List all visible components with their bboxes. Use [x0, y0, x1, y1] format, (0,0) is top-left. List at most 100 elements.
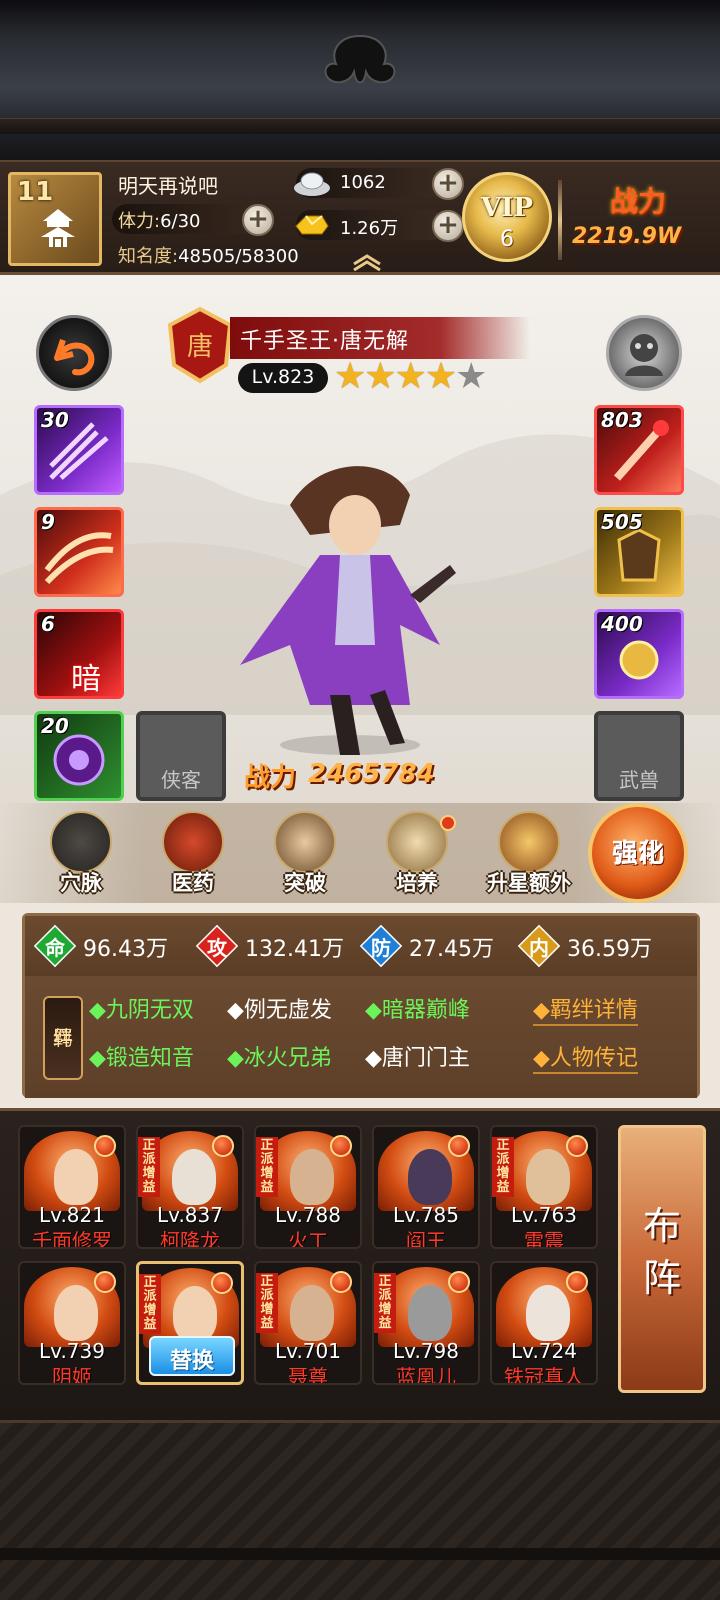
equip-slot-armor[interactable]: 505 [594, 507, 684, 597]
star-upgrade-button[interactable]: 升星额外 [484, 811, 574, 899]
svg-text:唐: 唐 [187, 332, 213, 362]
gold-ingot-icon [295, 215, 329, 235]
team-member-card[interactable]: 正派增益 Lv.798 蓝凰儿 [372, 1261, 480, 1385]
player-level-badge[interactable]: 11 [8, 172, 102, 266]
team-member-card[interactable]: Lv.785 阎王 [372, 1125, 480, 1249]
bond-item: ◆九阴无双 [89, 998, 194, 1023]
breakthrough-button[interactable]: 突破 [260, 811, 350, 899]
member-name: 柯降龙 [160, 1229, 220, 1249]
breakthrough-label: 突破 [284, 871, 326, 895]
team-member-card[interactable]: Lv.739 阴姬 [18, 1261, 126, 1385]
faction-buff-tag: 正派增益 [256, 1137, 278, 1197]
stat-inner-char: 内 [529, 936, 549, 960]
status-dot [330, 1271, 352, 1293]
meridian-label: 穴脉 [60, 871, 102, 895]
hero-level-pill: Lv.823 [238, 363, 328, 393]
status-dot [330, 1135, 352, 1157]
status-dot [566, 1135, 588, 1157]
stats-box: 命 96.43万 攻 132.41万 防 27.45万 内 36.59万 羁绊 [22, 913, 700, 1098]
hero-name-banner: 千手圣王·唐无解 [230, 317, 530, 359]
add-silver-button[interactable]: + [432, 168, 464, 200]
skill-slot-2[interactable]: 9 [34, 507, 124, 597]
star-icon: ★ [424, 356, 457, 397]
formation-button[interactable]: 布阵 [618, 1125, 706, 1393]
avatar [290, 1285, 334, 1341]
bond-badge-bottom: 绊 [53, 1026, 73, 1050]
medicine-button[interactable]: 医药 [148, 811, 238, 899]
equip-slot-accessory[interactable]: 400 [594, 609, 684, 699]
avatar [173, 1286, 217, 1342]
team-member-card[interactable]: 正派增益 Lv.788 火工 [254, 1125, 362, 1249]
back-button[interactable] [36, 315, 112, 391]
equip-slot-weapon[interactable]: 803 [594, 405, 684, 495]
player-name: 明天再说吧 [118, 174, 218, 198]
biography-link[interactable]: ◆人物传记 [533, 1040, 638, 1074]
stat-attack-value: 132.41万 [245, 937, 344, 962]
team-member-card[interactable]: 正派增益 Lv.701 聂尊 [254, 1261, 362, 1385]
auto-enhance-line2: 强化 [611, 839, 664, 869]
gold-amount: 1.26万 [340, 218, 399, 239]
star-icon: ★ [364, 356, 396, 397]
swap-label: 替换 [169, 1349, 214, 1374]
star-upgrade-icon [498, 811, 560, 873]
member-name: 阎王 [406, 1229, 446, 1249]
team-member-card[interactable]: Lv.821 千面修罗 [18, 1125, 126, 1249]
beast-slot-label: 武兽 [619, 768, 659, 792]
equip-slot-count: 400 [601, 612, 643, 636]
hero-level: Lv.823 [251, 366, 315, 388]
training-label: 培养 [396, 871, 438, 895]
beast-slot[interactable]: 武兽 [594, 711, 684, 801]
equip-slot-count: 803 [601, 408, 643, 432]
mask-appearance-button[interactable] [606, 315, 682, 391]
hero-panel: 唐 千手圣王·唐无解 Lv.823 ★★★★★ 30 9 6 暗 20 侠客 8… [0, 275, 720, 903]
add-stamina-button[interactable]: + [242, 204, 274, 236]
member-name: 聂尊 [288, 1365, 328, 1385]
skill-slot-count: 9 [41, 510, 55, 534]
avatar [526, 1285, 570, 1341]
avatar [526, 1149, 570, 1205]
attribute-row: 命 96.43万 攻 132.41万 防 27.45万 内 36.59万 [25, 916, 697, 976]
vip-label: VIP [481, 193, 533, 223]
add-gold-button[interactable]: + [432, 210, 464, 242]
skill-slot-4[interactable]: 20 [34, 711, 124, 801]
bond-item: ◆例无虚发 [227, 998, 332, 1023]
total-power-value: 2219.9W [572, 224, 682, 249]
hero-power-label: 战力 [244, 763, 297, 793]
hero-power-value: 2465784 [308, 759, 435, 789]
team-member-card[interactable]: 正派增益 Lv.763 雷震 [490, 1125, 598, 1249]
star-upgrade-label: 升星额外 [487, 871, 571, 895]
vip-badge[interactable]: VIP 6 [462, 172, 552, 262]
team-member-card[interactable]: Lv.724 铁冠真人 [490, 1261, 598, 1385]
bottom-decoration [0, 1420, 720, 1600]
member-name: 铁冠真人 [504, 1365, 584, 1385]
member-name: 千面修罗 [32, 1229, 112, 1249]
chevron-up-icon[interactable] [350, 252, 384, 272]
fame-row: 知名度:48505/58300 [118, 242, 299, 268]
hero-portrait[interactable] [200, 445, 500, 765]
skill-slot-1[interactable]: 30 [34, 405, 124, 495]
vip-level: 6 [500, 227, 514, 252]
medicine-icon [162, 811, 224, 873]
status-dot [94, 1271, 116, 1293]
bond-item: ◆唐门门主 [365, 1046, 470, 1071]
current-hero-card[interactable]: 正派增益 替换 [136, 1261, 244, 1385]
skill-slot-count: 6 [41, 612, 55, 636]
skill-slot-3[interactable]: 6 暗 [34, 609, 124, 699]
bond-details-link[interactable]: ◆羁绊详情 [533, 992, 638, 1026]
status-dot [211, 1272, 233, 1294]
scroll-training-icon [386, 811, 448, 873]
member-level: Lv.724 [511, 1339, 577, 1363]
team-member-card[interactable]: 正派增益 Lv.837 柯降龙 [136, 1125, 244, 1249]
training-button[interactable]: 培养 [372, 811, 462, 899]
meridian-button[interactable]: 穴脉 [36, 811, 126, 899]
stat-defense-char: 防 [371, 936, 391, 960]
avatar [408, 1149, 452, 1205]
member-name: 蓝凰儿 [396, 1365, 456, 1385]
member-level: Lv.763 [511, 1203, 577, 1227]
pagoda-icon [41, 209, 75, 247]
bond-item: ◆锻造知音 [89, 1046, 194, 1071]
equip-slot-count: 505 [601, 510, 643, 534]
auto-enhance-button[interactable]: 自动 强化 [588, 803, 688, 903]
swap-button[interactable]: 替换 [149, 1336, 235, 1376]
faction-buff-tag: 正派增益 [374, 1273, 396, 1333]
